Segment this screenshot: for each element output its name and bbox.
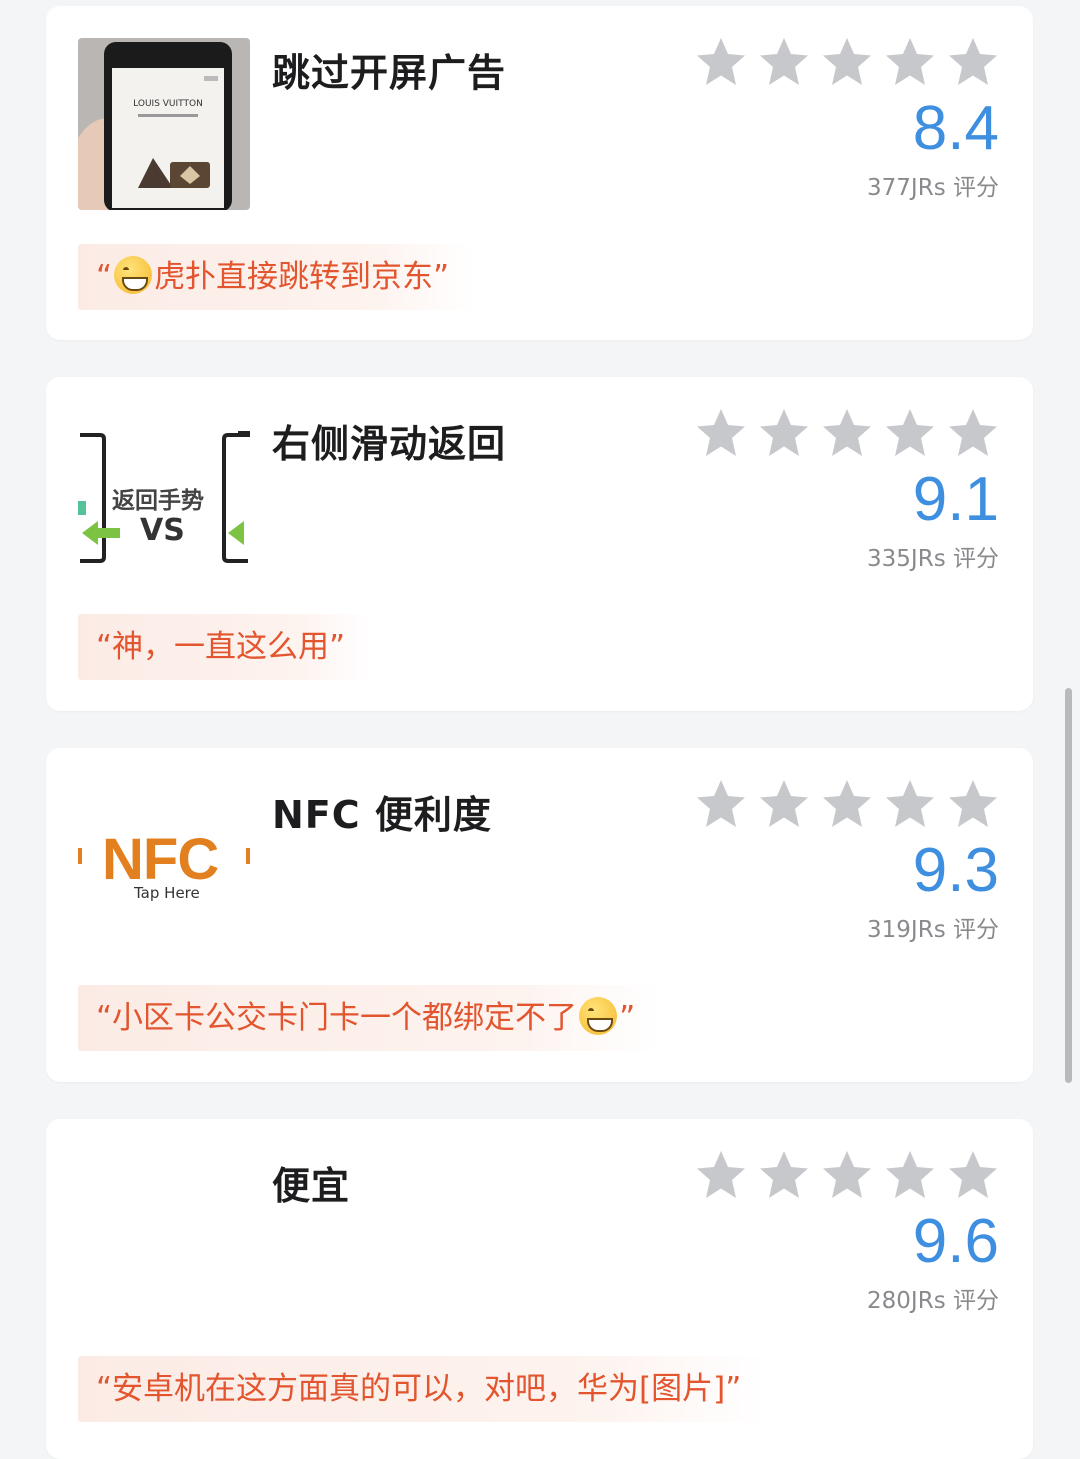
rating-card[interactable]: 返回手势 VS 右侧滑动返回 9.1 335JRs 评分 “神，一直这么用” bbox=[46, 377, 1033, 711]
star-icon bbox=[695, 36, 747, 88]
card-title: 右侧滑动返回 bbox=[272, 422, 507, 466]
star-icon bbox=[821, 778, 873, 830]
vote-count: 377JRs 评分 bbox=[867, 175, 999, 201]
thumb-brand-text: LOUIS VUITTON bbox=[133, 99, 203, 109]
star-icon bbox=[695, 1149, 747, 1201]
thumb-tap-here: Tap Here bbox=[134, 884, 200, 902]
rating-card[interactable]: 便宜 9.6 280JRs 评分 “安卓机在这方面真的可以，对吧，华为[图片]” bbox=[46, 1119, 1033, 1459]
star-icon bbox=[947, 407, 999, 459]
grinning-sweat-emoji-icon bbox=[579, 997, 618, 1035]
rating-card[interactable]: NFC Tap Here NFC 便利度 9.3 319JRs 评分 “小区卡公… bbox=[46, 748, 1033, 1082]
rating-card[interactable]: LOUIS VUITTON 跳过开屏广告 8.4 377JRs 评分 “ 虎扑直接… bbox=[46, 6, 1033, 340]
star-icon bbox=[884, 1149, 936, 1201]
quote-text: “神，一直这么用” bbox=[96, 629, 346, 665]
quote-close: ” bbox=[619, 1000, 636, 1036]
score-value: 9.3 bbox=[912, 836, 999, 905]
star-icon bbox=[695, 407, 747, 459]
quote-text: 虎扑直接跳转到京东” bbox=[154, 259, 450, 295]
thumb-bracket-left bbox=[78, 848, 82, 864]
quote-text: “小区卡公交卡门卡一个都绑定不了 bbox=[96, 1000, 578, 1036]
card-title: 跳过开屏广告 bbox=[272, 51, 507, 95]
thumb-vs: VS bbox=[140, 513, 185, 548]
scrollbar[interactable] bbox=[1065, 688, 1072, 1083]
score-value: 9.1 bbox=[912, 465, 999, 534]
star-icon bbox=[758, 778, 810, 830]
vote-count: 319JRs 评分 bbox=[867, 917, 999, 943]
card-thumbnail: LOUIS VUITTON bbox=[78, 38, 250, 210]
star-icon bbox=[947, 36, 999, 88]
score-value: 8.4 bbox=[912, 94, 999, 163]
card-thumbnail bbox=[78, 1151, 250, 1323]
top-comment[interactable]: “安卓机在这方面真的可以，对吧，华为[图片]” bbox=[78, 1356, 766, 1422]
top-comment[interactable]: “ 虎扑直接跳转到京东” bbox=[78, 244, 474, 310]
star-icon bbox=[758, 1149, 810, 1201]
thumb-nfc-logo: NFC bbox=[102, 827, 219, 892]
star-icon bbox=[947, 778, 999, 830]
card-thumbnail: 返回手势 VS bbox=[78, 409, 250, 581]
star-icon bbox=[758, 36, 810, 88]
score-value: 9.6 bbox=[912, 1207, 999, 1276]
quote-text: “安卓机在这方面真的可以，对吧，华为[图片]” bbox=[96, 1371, 742, 1407]
grinning-sweat-emoji-icon bbox=[114, 256, 153, 294]
star-rating bbox=[695, 36, 999, 88]
star-rating bbox=[695, 1149, 999, 1201]
star-rating bbox=[695, 778, 999, 830]
star-icon bbox=[884, 407, 936, 459]
star-icon bbox=[884, 36, 936, 88]
card-title: 便宜 bbox=[272, 1164, 351, 1208]
thumb-label: 返回手势 bbox=[112, 488, 204, 514]
card-thumbnail: NFC Tap Here bbox=[78, 780, 250, 952]
star-icon bbox=[758, 407, 810, 459]
star-icon bbox=[884, 778, 936, 830]
star-icon bbox=[947, 1149, 999, 1201]
vote-count: 335JRs 评分 bbox=[867, 546, 999, 572]
vote-count: 280JRs 评分 bbox=[867, 1288, 999, 1314]
star-icon bbox=[821, 1149, 873, 1201]
top-comment[interactable]: “小区卡公交卡门卡一个都绑定不了 ” bbox=[78, 985, 660, 1051]
star-icon bbox=[821, 36, 873, 88]
star-icon bbox=[695, 778, 747, 830]
card-title: NFC 便利度 bbox=[272, 793, 492, 837]
star-rating bbox=[695, 407, 999, 459]
quote-open: “ bbox=[96, 259, 113, 295]
star-icon bbox=[821, 407, 873, 459]
thumb-bracket-right bbox=[246, 848, 250, 864]
top-comment[interactable]: “神，一直这么用” bbox=[78, 614, 370, 680]
